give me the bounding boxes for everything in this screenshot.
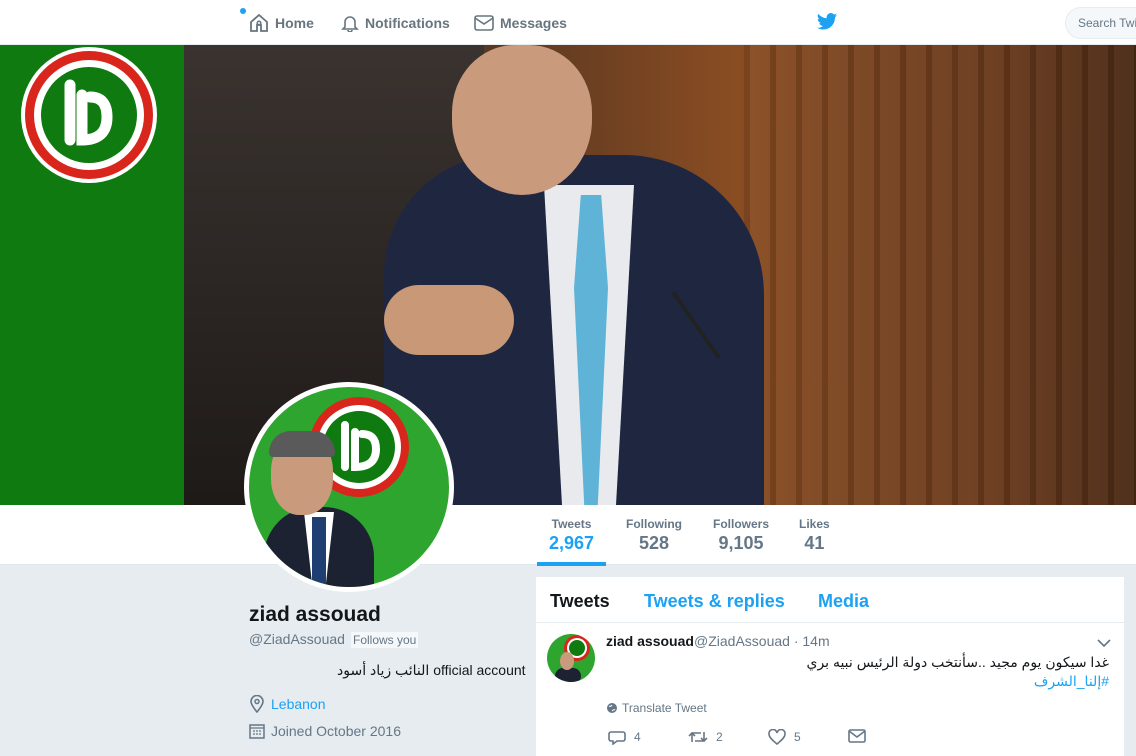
nav-home-label: Home [275,14,314,31]
tweet-meta[interactable]: @ZiadAssouad · 14m [694,633,830,649]
profile-handle[interactable]: @ZiadAssouad [249,631,345,647]
bell-icon [341,15,359,32]
timeline-tabs: Tweets Tweets & replies Media [536,577,1124,623]
like-count: 5 [794,730,801,744]
new-content-dot [240,8,246,14]
search-input[interactable]: Search Twitter [1065,7,1136,39]
profile-banner [0,45,1136,505]
translate-tweet-link[interactable]: Translate Tweet [606,701,707,715]
stat-tweets[interactable]: Tweets 2,967 [536,517,607,566]
stat-label: Followers [713,517,770,531]
profile-joined-label: Joined October 2016 [271,723,401,739]
profile-location[interactable]: Lebanon [249,695,326,713]
profile-joined: Joined October 2016 [249,723,401,739]
reply-count: 4 [634,730,641,744]
stat-value: 528 [638,533,670,553]
reply-button[interactable]: 4 [608,729,641,745]
nav-home[interactable]: Home [240,0,314,45]
location-pin-icon [250,695,264,713]
timeline: Tweets Tweets & replies Media ziad assou… [535,576,1125,756]
envelope-icon [848,729,866,743]
nav-notifications[interactable]: Notifications [341,0,450,45]
profile-location-label: Lebanon [271,696,326,712]
direct-message-button[interactable] [848,729,866,743]
retweet-button[interactable]: 2 [688,729,723,745]
stat-following[interactable]: Following 528 [626,517,682,554]
envelope-icon [474,14,494,31]
nav-notifications-label: Notifications [365,14,450,31]
tweet-hashtag[interactable]: #إلنا_الشرف [1034,673,1109,690]
profile-avatar[interactable] [244,382,454,592]
amal-logo-icon [21,47,157,183]
stat-value: 2,967 [549,533,595,553]
translate-tweet-label: Translate Tweet [622,701,707,715]
stat-value: 41 [804,533,825,553]
nav-messages[interactable]: Messages [474,0,567,45]
nav-messages-label: Messages [500,14,567,31]
like-button[interactable]: 5 [768,729,801,745]
tweet[interactable]: ziad assouad @ZiadAssouad · 14m غدا سيكو… [536,623,1124,756]
heart-icon [768,729,786,745]
tab-tweets-and-replies[interactable]: Tweets & replies [644,591,785,612]
retweet-count: 2 [716,730,723,744]
stat-likes[interactable]: Likes 41 [799,517,830,554]
profile-bio: النائب زياد أسود official account [337,662,526,678]
tab-media[interactable]: Media [818,591,869,612]
tweet-author-name[interactable]: ziad assouad [606,633,694,649]
stat-value: 9,105 [718,533,764,553]
follows-you-badge: Follows you [351,632,419,648]
stat-label: Likes [799,517,830,531]
retweet-icon [688,731,708,743]
tweet-avatar[interactable] [547,634,595,682]
amal-logo-icon [555,635,590,682]
profile-name[interactable]: ziad assouad [249,603,381,627]
profile-stats-bar: Tweets 2,967 Following 528 Followers 9,1… [0,505,1136,566]
chevron-down-icon[interactable] [1097,635,1111,653]
calendar-icon [249,724,265,739]
reply-icon [608,731,626,745]
tweet-text: غدا سيكون يوم مجيد ..سأنتخب دولة الرئيس … [806,654,1109,670]
top-navigation: Home Notifications Messages Search Twitt… [0,0,1136,45]
tweet-actions: 4 2 5 [608,729,908,749]
stat-followers[interactable]: Followers 9,105 [713,517,769,554]
stat-label: Tweets [551,517,592,531]
stat-label: Following [626,517,682,531]
home-icon [250,13,268,32]
twitter-bird-icon[interactable] [816,12,838,37]
globe-icon [607,703,617,713]
tab-tweets[interactable]: Tweets [550,591,610,612]
